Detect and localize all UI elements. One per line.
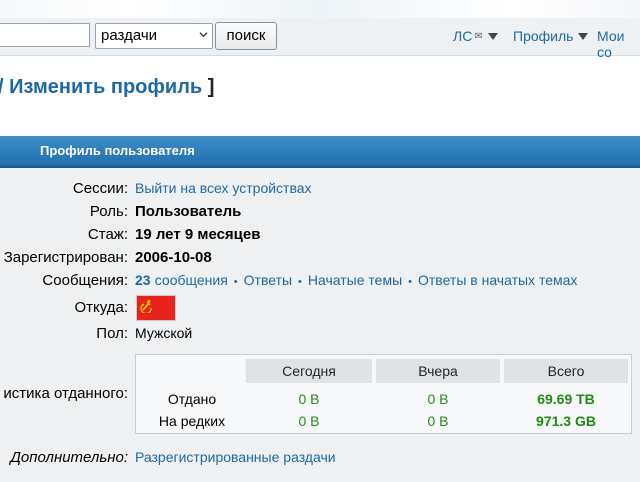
- nav-profile[interactable]: Профиль: [513, 28, 589, 44]
- stats-header-yesterday: Вчера: [376, 359, 500, 383]
- row-sessions: Сессии: Выйти на всех устройствах: [0, 180, 640, 202]
- nav-messages-label: ЛС: [453, 28, 473, 44]
- tenure-value: 19 лет 9 месяцев: [135, 226, 261, 243]
- nav-my-label: Мои со: [597, 28, 625, 60]
- dropdown-triangle-icon[interactable]: [487, 32, 498, 40]
- registered-value: 2006-10-08: [135, 249, 212, 266]
- stats-header-today: Сегодня: [246, 359, 372, 383]
- separator: •: [233, 276, 238, 288]
- title-slash: /: [0, 76, 4, 98]
- tenure-label: Стаж:: [87, 226, 128, 243]
- role-label: Роль:: [89, 203, 128, 220]
- select-value: раздачи: [101, 27, 158, 44]
- gender-label: Пол:: [96, 325, 128, 342]
- sessions-label: Сессии:: [72, 180, 128, 197]
- messages-label: Сообщения:: [42, 272, 128, 289]
- extra-label: Дополнительно:: [10, 449, 128, 466]
- envelope-icon: ✉: [474, 30, 483, 42]
- row-tenure: Стаж: 19 лет 9 месяцев: [0, 226, 640, 248]
- stats-label: истика отданного:: [3, 385, 128, 402]
- search-button[interactable]: поиск: [215, 22, 277, 50]
- separator: •: [298, 276, 302, 288]
- separator: •: [408, 276, 412, 288]
- logout-all-link[interactable]: Выйти на всех устройствах: [135, 180, 312, 196]
- started-topics-link[interactable]: Начатые темы: [308, 272, 402, 288]
- origin-label: Откуда:: [74, 299, 128, 316]
- panel-header-title: Профиль пользователя: [40, 143, 195, 158]
- stats-cell: 0 B: [298, 391, 320, 407]
- panel-header: Профиль пользователя: [0, 136, 640, 168]
- unregistered-torrents-link[interactable]: Разрегистрированные раздачи: [135, 449, 336, 465]
- row-messages: Сообщения: 23 сообщения • Ответы • Начатые т…: [0, 272, 640, 294]
- stats-row-name: Отдано: [167, 391, 217, 407]
- replies-in-topics-link[interactable]: Ответы в начатых темах: [418, 272, 577, 288]
- search-category-select[interactable]: раздачи: [95, 23, 213, 49]
- messages-value: 23 сообщения • Ответы • Начатые темы • Ответы …: [135, 272, 577, 289]
- stats-header-total: Всего: [504, 359, 628, 383]
- title-bracket: ]: [207, 76, 215, 98]
- registered-label: Зарегистрирован:: [3, 249, 128, 266]
- messages-count-text[interactable]: сообщения: [155, 272, 228, 288]
- search-input[interactable]: [0, 23, 90, 47]
- upload-stats-table: Сегодня Вчера Всего Отдано 0 B 0 B 69.69…: [135, 354, 632, 434]
- row-registered: Зарегистрирован: 2006-10-08: [0, 249, 640, 271]
- ussr-flag-icon: [136, 295, 176, 321]
- row-extra: Дополнительно: Разрегистрированные разда…: [0, 449, 640, 471]
- top-strip: [0, 0, 640, 18]
- page-title: / Изменить профиль ]: [0, 76, 214, 99]
- row-gender: Пол: Мужской: [0, 325, 640, 347]
- nav-messages[interactable]: ЛС ✉: [453, 28, 498, 44]
- row-role: Роль: Пользователь: [0, 203, 640, 225]
- hammer-sickle-icon: [140, 299, 152, 313]
- gender-value: Мужской: [135, 325, 193, 341]
- stats-row-name: На редких: [158, 413, 226, 429]
- stats-cell: 0 B: [427, 391, 449, 407]
- stats-cell: 0 B: [298, 413, 320, 429]
- row-origin: Откуда:: [0, 299, 640, 321]
- chevron-down-icon: [199, 32, 208, 38]
- role-value: Пользователь: [135, 203, 242, 220]
- stats-cell: 971.3 GB: [536, 413, 596, 429]
- profile-panel: Сессии: Выйти на всех устройствах Роль: …: [0, 168, 640, 482]
- toolbar: раздачи поиск ЛС ✉ Профиль Мои со: [0, 18, 640, 60]
- messages-count[interactable]: 23: [135, 272, 151, 288]
- replies-link[interactable]: Ответы: [244, 272, 292, 288]
- dropdown-triangle-icon[interactable]: [578, 32, 589, 40]
- nav-my[interactable]: Мои со: [597, 28, 640, 60]
- title-link[interactable]: Изменить профиль: [9, 76, 202, 98]
- stats-cell: 0 B: [427, 413, 449, 429]
- stats-cell: 69.69 TB: [537, 391, 595, 407]
- nav-profile-label: Профиль: [513, 28, 574, 44]
